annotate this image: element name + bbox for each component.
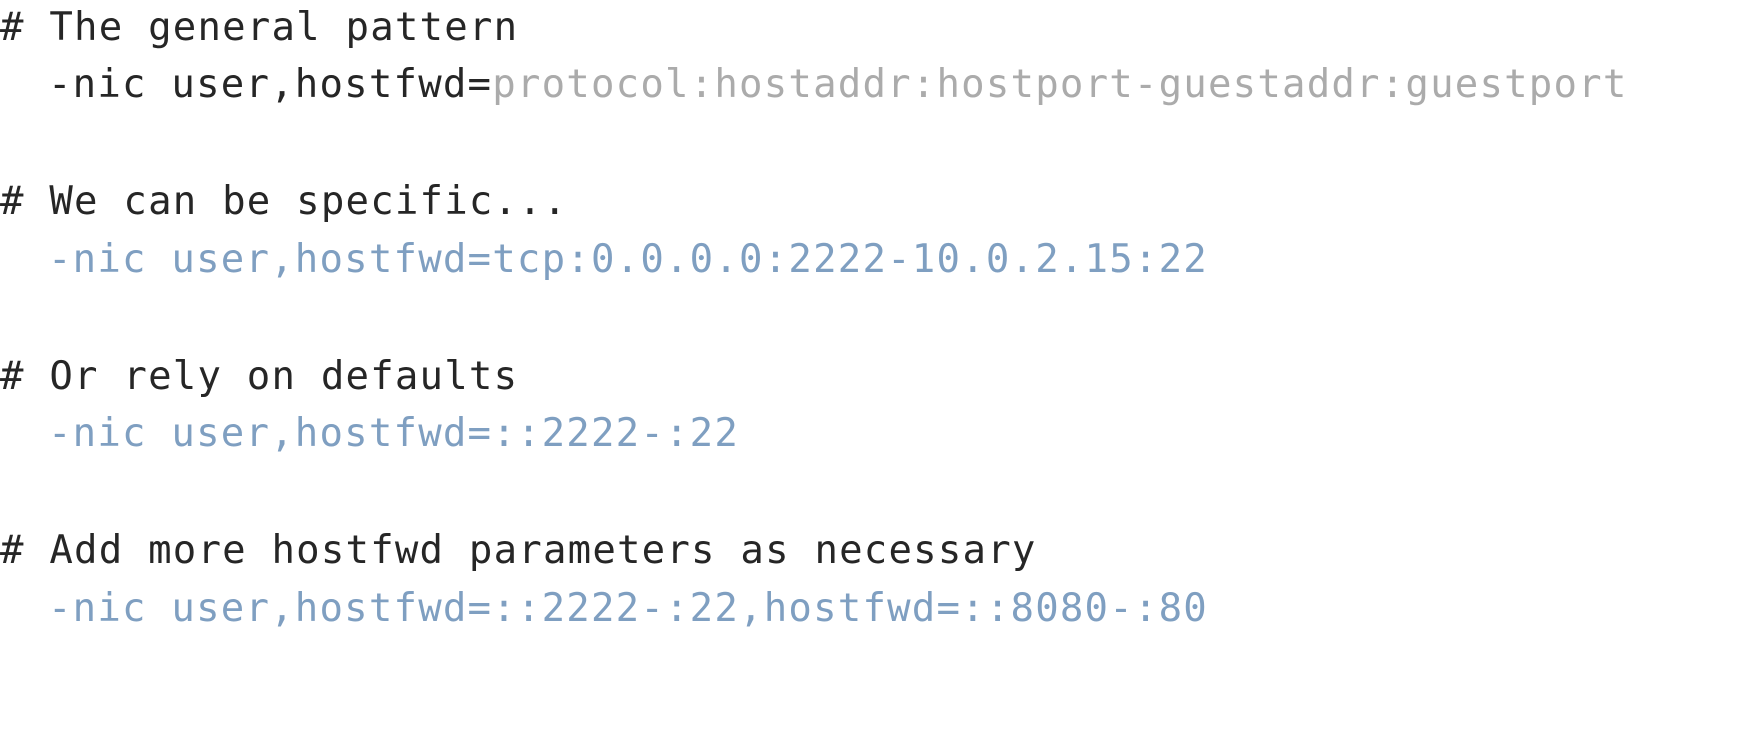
comment-general-pattern: # The general pattern — [0, 5, 519, 50]
command-defaults: -nic user,hostfwd=::2222-:22 — [48, 411, 740, 456]
command-specific: -nic user,hostfwd=tcp:0.0.0.0:2222-10.0.… — [48, 237, 1208, 282]
command-add-more: -nic user,hostfwd=::2222-:22,hostfwd=::8… — [48, 586, 1208, 631]
command-general-pattern: -nic user,hostfwd=protocol:hostaddr:host… — [48, 65, 1628, 113]
comment-defaults: # Or rely on defaults — [0, 354, 519, 399]
comment-add-more: # Add more hostfwd parameters as necessa… — [0, 528, 1037, 573]
code-block: # The general pattern -nic user,hostfwd=… — [0, 0, 1764, 746]
comment-specific: # We can be specific... — [0, 179, 568, 224]
command-prefix: -nic user,hostfwd= — [48, 62, 493, 107]
command-placeholder: protocol:hostaddr:hostport-guestaddr:gue… — [492, 62, 1628, 107]
